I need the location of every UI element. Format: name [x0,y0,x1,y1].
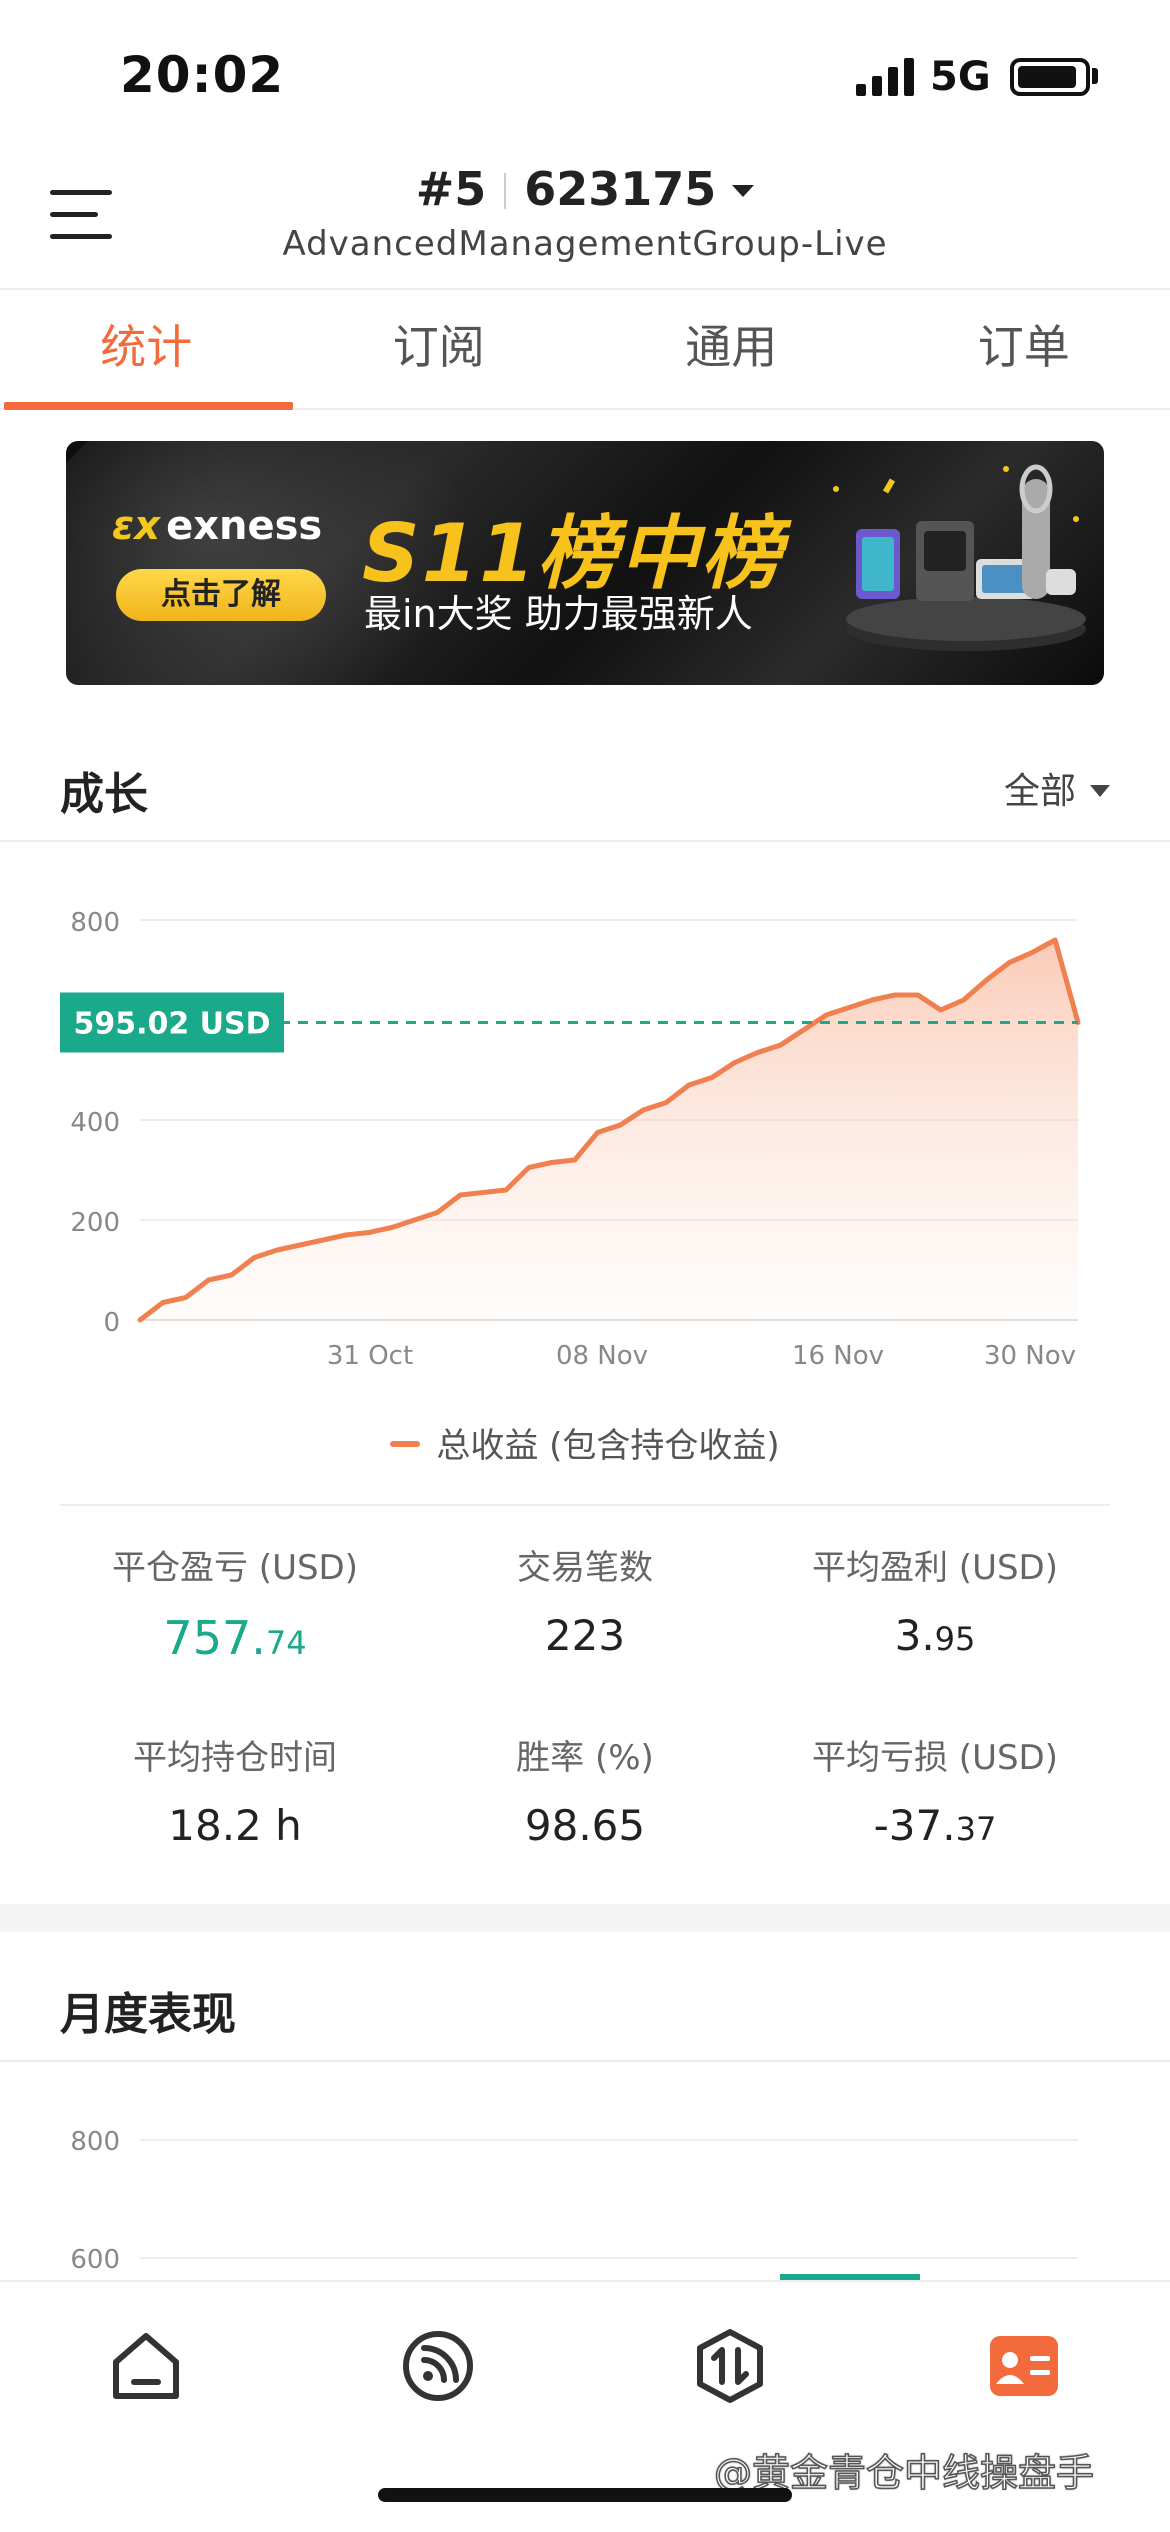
brand-logo: ɛx exness [112,503,322,549]
y-tick-label: 0 [103,1308,120,1338]
home-indicator [378,2488,792,2502]
tab-stats[interactable]: 统计 [0,292,293,410]
battery-icon [1010,58,1090,96]
stat-win-rate: 胜率 (%) 98.65 [410,1730,760,1850]
range-filter-dropdown[interactable]: 全部 [1004,762,1110,814]
growth-title: 成长 [60,769,148,820]
profile-card-icon[interactable] [984,2326,1064,2406]
current-value-label: 595.02 USD [73,1006,270,1041]
monthly-chart: 600 800 [70,2127,1078,2280]
divider [0,2060,1170,2062]
stat-value-main: 223 [544,1611,626,1660]
stat-value-decimal: 95 [934,1620,976,1658]
stat-closed-pnl: 平仓盈亏 (USD) 757.74 [60,1540,410,1665]
stat-value-decimal: 37 [955,1810,997,1848]
stat-value: -37.37 [760,1801,1110,1850]
legend-swatch [390,1441,421,1447]
monthly-section-header: 月度表现 [0,1950,1170,2054]
stat-trade-count: 交易笔数 223 [410,1540,760,1660]
stat-label: 平均亏损 (USD) [812,1738,1058,1778]
legend-label: 总收益 (包含持仓收益) [436,1426,780,1466]
stat-avg-loss: 平均亏损 (USD) -37.37 [760,1730,1110,1850]
stat-label: 交易笔数 [517,1548,653,1588]
stat-value-main: -37. [873,1801,956,1850]
trade-icon[interactable] [690,2326,770,2406]
x-tick-label: 30 Nov [984,1341,1076,1371]
tab-bar: 统计 订阅 通用 订单 [0,292,1170,410]
x-tick-label: 31 Oct [327,1341,413,1371]
stat-avg-hold-time: 平均持仓时间 18.2 h [60,1730,410,1850]
growth-chart: 0 200 400 800 31 Oct 08 Nov 16 Nov 30 Nov 595.02… [60,908,1081,1371]
y-tick-label: 200 [70,1208,120,1238]
promo-banner[interactable]: ɛx exness 点击了解 S11榜中榜 最in大奖 助力最强新人 [66,441,1104,685]
stat-value-main: 18.2 h [168,1801,302,1850]
status-time: 20:02 [120,46,285,104]
y-tick-label: 800 [70,2127,120,2157]
home-icon[interactable] [106,2326,186,2406]
stat-label: 平均盈利 (USD) [812,1548,1058,1588]
prize-illustration [833,464,1086,651]
tab-orders[interactable]: 订单 [878,292,1170,408]
range-filter-label: 全部 [1003,771,1076,812]
stat-value-decimal: 74 [265,1624,307,1662]
account-id: 623175 [524,162,717,216]
signal-icon [856,58,914,96]
learn-more-button[interactable]: 点击了解 [116,569,326,621]
y-tick-label: 800 [70,908,120,938]
brand-mark-icon: ɛx [112,503,161,549]
divider [60,1504,1110,1506]
chevron-down-icon [732,185,755,197]
stat-value: 18.2 h [60,1801,410,1850]
brand-name: exness [166,503,323,549]
stat-label: 平仓盈亏 (USD) [112,1548,358,1588]
monthly-title: 月度表现 [60,1989,236,2040]
x-tick-label: 08 Nov [556,1341,648,1371]
server-name: AdvancedManagementGroup-Live [282,224,888,264]
feed-icon[interactable] [398,2326,478,2406]
account-separator [504,173,507,209]
growth-section-header: 成长 全部 [0,730,1170,834]
account-selector[interactable]: #5 623175 [0,162,1170,216]
y-tick-label: 400 [70,1108,120,1138]
stat-label: 平均持仓时间 [133,1738,337,1778]
section-separator [0,1904,1170,1932]
tab-subscribe[interactable]: 订阅 [293,292,586,408]
stat-value: 3.95 [760,1611,1110,1660]
battery-tip [1092,68,1098,84]
stat-value-main: 98.65 [524,1801,646,1850]
stat-label: 胜率 (%) [516,1738,654,1778]
stat-value: 223 [410,1611,760,1660]
x-tick-label: 16 Nov [792,1341,884,1371]
stat-avg-profit: 平均盈利 (USD) 3.95 [760,1540,1110,1660]
chevron-down-icon [1090,785,1110,797]
account-number: #5 [415,162,487,216]
tab-general[interactable]: 通用 [585,292,878,408]
stat-value: 98.65 [410,1801,760,1850]
y-tick-label: 600 [70,2245,120,2275]
stat-value-main: 757. [163,1611,266,1665]
network-type: 5G [930,54,991,100]
status-bar: 20:02 5G [0,0,1170,140]
chart-legend[interactable]: 总收益 (包含持仓收益) [0,1418,1170,1467]
stat-value-main: 3. [894,1611,935,1660]
promo-subtitle: 最in大奖 助力最强新人 [364,592,753,636]
app-header: #5 623175 AdvancedManagementGroup-Live [0,140,1170,290]
stat-value: 757.74 [60,1611,410,1665]
divider [0,840,1170,842]
